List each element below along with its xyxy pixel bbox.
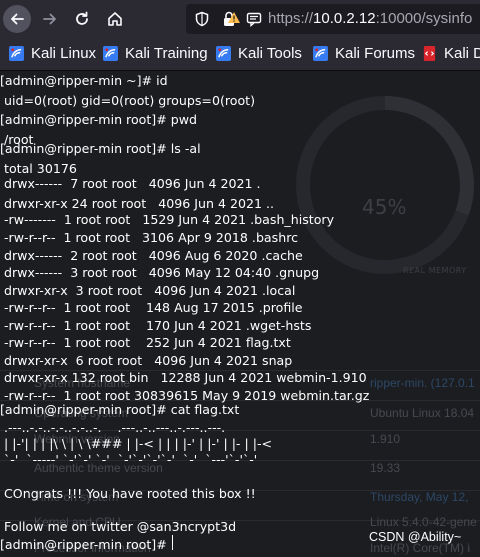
back-button[interactable] [3, 5, 31, 33]
terminal-line: `-' `-----' `-'`-' `-' `-'`-'`-'`-' `-' … [0, 452, 258, 467]
insecure-lock-warning-icon [224, 11, 240, 26]
bookmark-kali-tools[interactable]: Kali Tools [216, 45, 302, 62]
kali-docs-icon [423, 46, 436, 61]
url-host: 10.0.2.12 [313, 10, 376, 27]
home-icon [108, 12, 122, 26]
url-scheme: https:// [268, 10, 314, 27]
browser-toolbar: https://10.0.2.12:10000/sysinfo [0, 0, 480, 38]
terminal-line: [admin@ripper-min ~]# id [0, 73, 168, 88]
terminal-line: -rw------- 1 root root 1529 Jun 4 2021 .… [0, 212, 335, 227]
terminal-line: uid=0(root) gid=0(root) groups=0(root) [0, 92, 256, 108]
reload-icon [76, 11, 88, 25]
kali-dragon-icon [9, 46, 24, 61]
terminal-line: [admin@ripper-min root]# ls -al [0, 141, 201, 156]
terminal-cursor [172, 535, 173, 550]
kali-dragon-icon [103, 46, 118, 61]
bookmarks-bar: Kali Linux Kali Training Kali Tools Kali… [0, 38, 480, 71]
address-bar[interactable]: https://10.0.2.12:10000/sysinfo [186, 4, 480, 34]
kali-dragon-icon [216, 46, 231, 61]
kali-dragon-icon [313, 46, 328, 61]
terminal-line: [admin@ripper-min root]# pwd [0, 112, 198, 127]
terminal-line: drwx------ 7 root root 4096 Jun 4 2021 . [0, 176, 261, 191]
url-text[interactable]: https://10.0.2.12:10000/sysinfo [268, 10, 472, 27]
watermark: CSDN @Ability~ [369, 530, 462, 544]
bookmark-kali-linux[interactable]: Kali Linux [9, 45, 96, 62]
terminal-output[interactable]: [admin@ripper-min ~]# id uid=0(root) gid… [0, 71, 480, 557]
shield-icon [195, 11, 209, 27]
terminal-line: [admin@ripper-min root]# [0, 537, 171, 552]
arrow-right-icon [43, 13, 56, 25]
bookmark-label: Kali Linux [31, 45, 97, 62]
bookmark-kali-training[interactable]: Kali Training [103, 45, 208, 62]
bookmark-label: Kali Training [125, 45, 208, 62]
bookmark-label: Kali Forums [335, 45, 416, 62]
terminal-line: COngrats !!! You have rooted this box !! [0, 486, 256, 501]
url-path: :10000/sysinfo [375, 10, 473, 27]
terminal-line: Follow me on twitter @san3ncrypt3d [0, 519, 237, 534]
forward-button[interactable] [36, 5, 64, 33]
bookmark-label: Kali Do [444, 45, 480, 62]
bookmark-label: Kali Tools [238, 45, 302, 62]
home-button[interactable] [101, 5, 129, 33]
terminal-line: [admin@ripper-min root]# cat flag.txt [0, 402, 240, 417]
bookmark-kali-forums[interactable]: Kali Forums [313, 45, 415, 62]
arrow-left-icon [11, 13, 24, 25]
reload-button[interactable] [68, 5, 96, 33]
permissions-icon [246, 12, 262, 27]
bookmark-kali-docs[interactable]: Kali Do [422, 45, 480, 62]
